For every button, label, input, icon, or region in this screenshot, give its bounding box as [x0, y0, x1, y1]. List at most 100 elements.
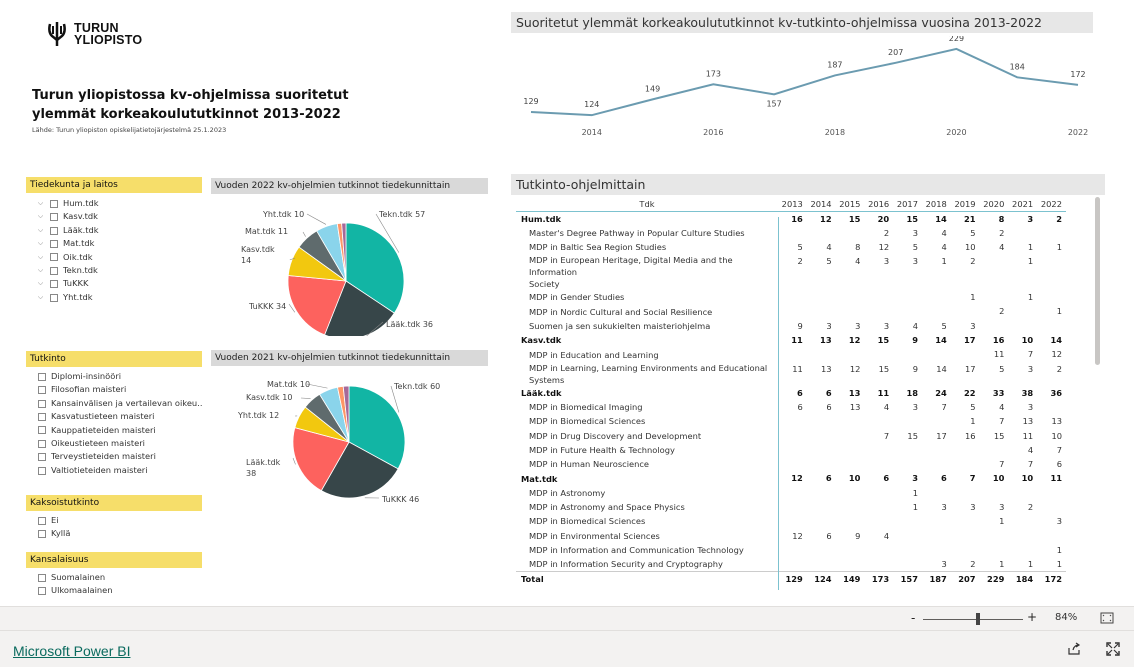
matrix-cell: 3 [941, 502, 947, 513]
slicer-option-degree[interactable]: Diplomi-insinööri [38, 370, 202, 383]
matrix-cell [980, 486, 1009, 500]
checkbox[interactable] [50, 266, 58, 275]
expand-chevron-icon[interactable]: ⌵ [36, 277, 45, 290]
slicer-option-faculty[interactable]: ⌵ Oik.tdk [36, 251, 202, 264]
slicer-option-degree[interactable]: Oikeustieteen maisteri [38, 437, 202, 450]
checkbox[interactable] [50, 213, 58, 222]
slicer-option-faculty[interactable]: ⌵ Hum.tdk [36, 197, 202, 210]
slicer-option-citizen[interactable]: Ulkomaalainen [38, 584, 202, 597]
share-icon[interactable] [1067, 642, 1081, 656]
matrix-header-year[interactable]: 2017 [893, 197, 922, 211]
matrix-cell [1008, 486, 1037, 500]
table-scrollbar[interactable] [1095, 197, 1100, 365]
slicer-option-degree[interactable]: Valtiotieteiden maisteri [38, 464, 202, 477]
matrix-cell [807, 557, 836, 571]
matrix-header-year[interactable]: 2015 [836, 197, 865, 211]
checkbox[interactable] [50, 280, 58, 289]
slicer-option-faculty[interactable]: ⌵ Lääk.tdk [36, 224, 202, 237]
slicer-option-double[interactable]: Kyllä [38, 527, 202, 540]
slicer-option-faculty[interactable]: ⌵ Mat.tdk [36, 237, 202, 250]
fullscreen-icon[interactable] [1106, 642, 1120, 656]
slicer-option-degree[interactable]: Terveystieteiden maisteri [38, 450, 202, 463]
checkbox[interactable] [38, 386, 46, 395]
matrix-cell: 2 [1056, 363, 1062, 374]
matrix-cell [778, 543, 807, 557]
pie-data-label: Mat.tdk 10 [267, 380, 310, 389]
matrix-header-year[interactable]: 2018 [922, 197, 951, 211]
checkbox[interactable] [38, 453, 46, 462]
checkbox[interactable] [38, 412, 46, 421]
matrix-header-year[interactable]: 2013 [778, 197, 807, 211]
matrix-header-year[interactable]: 2020 [980, 197, 1009, 211]
checkbox[interactable] [38, 530, 46, 539]
checkbox[interactable] [50, 253, 58, 262]
checkbox[interactable] [38, 516, 46, 525]
expand-chevron-icon[interactable]: ⌵ [36, 237, 45, 250]
checkbox[interactable] [38, 426, 46, 435]
matrix-cell: 3 [912, 227, 918, 238]
matrix-header-year[interactable]: 2016 [864, 197, 893, 211]
checkbox[interactable] [38, 587, 46, 596]
checkbox[interactable] [38, 372, 46, 381]
checkbox[interactable] [50, 293, 58, 302]
matrix-cell: 38 [1021, 387, 1034, 398]
program-matrix[interactable]: Tdk 2013 2014 2015 2016 2017 2018 2019 2020 2021 2… [516, 197, 1066, 592]
zoom-slider-thumb[interactable] [976, 613, 980, 625]
checkbox[interactable] [38, 466, 46, 475]
row-label: MDP in Biomedical Sciences [529, 516, 646, 527]
power-bi-link[interactable]: Microsoft Power BI [13, 643, 130, 659]
matrix-header-tdk[interactable]: Tdk [516, 197, 778, 211]
matrix-cell: 6 [826, 401, 832, 412]
slicer-option-degree[interactable]: Kansainvälisen ja vertailevan oikeu... [38, 397, 202, 410]
line-series[interactable] [530, 47, 1079, 117]
slicer-option-degree[interactable]: Kauppatieteiden maisteri [38, 424, 202, 437]
matrix-cell: 10 [848, 473, 861, 484]
matrix-cell: 2 [1056, 213, 1062, 224]
matrix-cell: 6 [825, 473, 832, 484]
matrix-cell: 12 [820, 213, 832, 224]
expand-chevron-icon[interactable]: ⌵ [36, 291, 45, 304]
matrix-cell [1008, 226, 1037, 240]
slicer-option-degree[interactable]: Filosofian maisteri [38, 383, 202, 396]
checkbox[interactable] [38, 573, 46, 582]
slicer-option-label: Oik.tdk [63, 251, 93, 262]
expand-chevron-icon[interactable]: ⌵ [36, 197, 45, 210]
slicer-option-faculty[interactable]: ⌵ Tekn.tdk [36, 264, 202, 277]
matrix-cell [807, 226, 836, 240]
slicer-option-degree[interactable]: Kasvatustieteen maisteri [38, 410, 202, 423]
expand-chevron-icon[interactable]: ⌵ [36, 210, 45, 223]
slicer-option-faculty[interactable]: ⌵ Yht.tdk [36, 291, 202, 304]
program-row: MDP in Learning, Learning Environments a… [516, 362, 1066, 386]
matrix-header-year[interactable]: 2022 [1037, 197, 1066, 211]
expand-chevron-icon[interactable]: ⌵ [36, 251, 45, 264]
matrix-cell: 9 [912, 335, 918, 346]
checkbox[interactable] [38, 439, 46, 448]
slicer-option-faculty[interactable]: ⌵ TuKKK [36, 277, 202, 290]
fit-to-page-icon[interactable] [1100, 612, 1114, 624]
slicer-option-double[interactable]: Ei [38, 514, 202, 527]
matrix-cell: 7 [1056, 444, 1062, 455]
logo-emblem-icon [48, 22, 66, 46]
row-label: MDP in Future Health & Technology [529, 445, 675, 455]
pie-chart-2022: Tekn.tdk 57 Lääk.tdk 36 TuKKK 34 Kasv.tdk 14… [241, 210, 433, 336]
expand-chevron-icon[interactable]: ⌵ [36, 224, 45, 237]
matrix-header-year[interactable]: 2019 [951, 197, 980, 211]
slicer-option-faculty[interactable]: ⌵ Kasv.tdk [36, 210, 202, 223]
row-label: MDP in Information Security and Cryptogr… [529, 559, 723, 570]
zoom-in-button[interactable]: + [1027, 610, 1037, 624]
zoom-slider-track[interactable] [923, 619, 1023, 620]
slicer-option-citizen[interactable]: Suomalainen [38, 571, 202, 584]
checkbox[interactable] [38, 399, 46, 408]
checkbox[interactable] [50, 226, 58, 235]
matrix-header-year[interactable]: 2021 [1008, 197, 1037, 211]
expand-chevron-icon[interactable]: ⌵ [36, 264, 45, 277]
matrix-cell [893, 347, 922, 361]
line-data-label: 124 [584, 100, 599, 109]
matrix-cell: 18 [906, 387, 918, 398]
matrix-header-year[interactable]: 2014 [807, 197, 836, 211]
zoom-out-button[interactable]: - [911, 611, 915, 625]
checkbox[interactable] [50, 199, 58, 208]
checkbox[interactable] [50, 239, 58, 248]
matrix-cell: 1 [1027, 292, 1034, 303]
row-label: MDP in Biomedical Imaging [529, 402, 643, 413]
